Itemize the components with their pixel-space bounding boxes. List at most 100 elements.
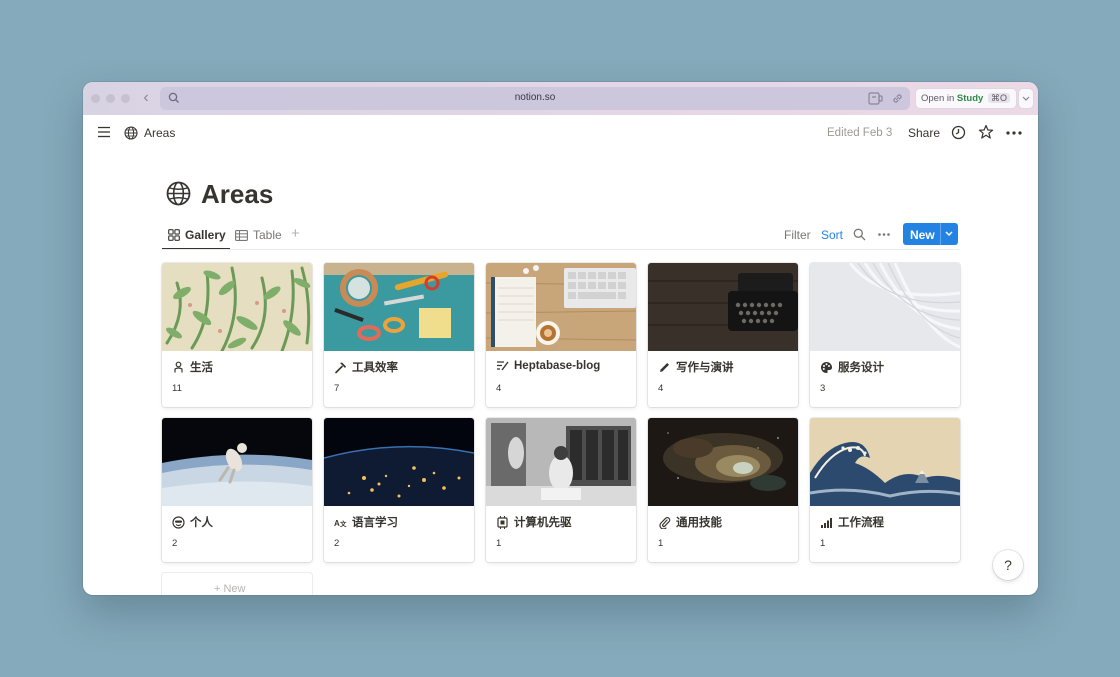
card-title[interactable]: A 文 语言学习	[334, 514, 398, 530]
card-count: 1	[496, 538, 502, 549]
card-count: 2	[172, 538, 178, 549]
gallery-icon	[168, 229, 180, 241]
card-cover-image	[810, 418, 960, 506]
help-button[interactable]: ?	[993, 550, 1023, 580]
card-cover-image	[324, 418, 474, 506]
open-in-dropdown[interactable]	[1018, 88, 1034, 109]
gallery-card[interactable]: 服务设计 3	[810, 263, 960, 407]
gallery-card[interactable]: 通用技能 1	[648, 418, 798, 562]
browser-window: ‹ notion.so Open in Study ⌘O Areas Edite…	[83, 82, 1038, 595]
new-card-label: + New	[214, 583, 246, 595]
sort-button[interactable]: Sort	[821, 228, 843, 242]
gallery-card[interactable]: 计算机先驱 1	[486, 418, 636, 562]
card-count: 3	[820, 383, 826, 394]
chevron-down-icon	[1022, 96, 1030, 101]
new-button-separator	[940, 223, 941, 245]
card-cover-image	[162, 418, 312, 506]
browser-titlebar: ‹ notion.so Open in Study ⌘O	[83, 82, 1038, 115]
gallery-card[interactable]: 个人 2	[162, 418, 312, 562]
svg-text:文: 文	[339, 519, 347, 528]
view-options-icon[interactable]	[878, 233, 890, 236]
menu-icon[interactable]	[97, 126, 111, 138]
paperclip-icon	[659, 516, 671, 529]
gallery-card[interactable]: 工具效率 7	[324, 263, 474, 407]
gallery-card[interactable]: 工作流程 1	[810, 418, 960, 562]
card-cover-image	[648, 418, 798, 506]
star-icon[interactable]	[978, 124, 994, 140]
card-cover-image	[810, 263, 960, 351]
maximize-window-button[interactable]	[121, 94, 130, 103]
close-window-button[interactable]	[91, 94, 100, 103]
card-title[interactable]: 计算机先驱	[496, 514, 572, 530]
add-view-button[interactable]: +	[291, 226, 300, 241]
palette-icon	[821, 361, 833, 373]
edited-timestamp: Edited Feb 3	[827, 127, 893, 139]
card-title[interactable]: 个人	[172, 514, 213, 530]
card-title-text: 通用技能	[676, 517, 722, 529]
new-button-label: New	[910, 228, 935, 242]
card-count: 7	[334, 383, 340, 394]
tab-gallery-label: Gallery	[185, 228, 226, 242]
card-count: 4	[496, 383, 502, 394]
search-icon[interactable]	[853, 228, 866, 241]
card-count: 1	[820, 538, 826, 549]
card-title[interactable]: 服务设计	[820, 359, 884, 375]
card-title-text: 工作流程	[838, 517, 884, 529]
signal-icon	[821, 517, 832, 528]
hammer-icon	[335, 362, 346, 373]
card-title-text: 语言学习	[352, 517, 398, 529]
extension-icon[interactable]	[868, 92, 884, 105]
share-button[interactable]: Share	[908, 126, 940, 140]
address-bar[interactable]: notion.so	[160, 87, 910, 110]
open-in-app-button[interactable]: Open in Study ⌘O	[915, 88, 1017, 109]
card-title[interactable]: 工作流程	[820, 514, 884, 530]
tab-table[interactable]: Table	[235, 222, 282, 248]
face-icon	[172, 515, 185, 529]
card-title-text: 计算机先驱	[514, 517, 572, 529]
more-options-icon[interactable]	[1006, 131, 1022, 135]
card-cover-image	[486, 263, 636, 351]
gallery-card[interactable]: Heptabase-blog 4	[486, 263, 636, 407]
chevron-down-icon[interactable]	[944, 230, 954, 238]
card-cover-image	[486, 418, 636, 506]
clock-icon[interactable]	[951, 125, 966, 140]
link-icon[interactable]	[891, 92, 904, 105]
pencil-icon	[660, 362, 669, 372]
gallery-card[interactable]: 生活 11	[162, 263, 312, 407]
breadcrumb[interactable]: Areas	[144, 126, 175, 140]
card-title[interactable]: 写作与演讲	[658, 359, 734, 375]
minimize-window-button[interactable]	[106, 94, 115, 103]
gallery-card[interactable]: 写作与演讲 4	[648, 263, 798, 407]
filter-button[interactable]: Filter	[784, 228, 811, 242]
card-cover-image	[648, 263, 798, 351]
card-count: 1	[658, 538, 664, 549]
table-icon	[235, 229, 248, 241]
tab-gallery[interactable]: Gallery	[168, 222, 226, 248]
tab-table-label: Table	[253, 228, 282, 242]
card-title[interactable]: 生活	[172, 359, 213, 375]
card-title-text: 生活	[190, 362, 213, 374]
page-title[interactable]: Areas	[201, 179, 273, 210]
card-title-text: 服务设计	[838, 362, 884, 374]
new-button[interactable]: New	[903, 223, 958, 245]
view-divider	[162, 249, 959, 250]
card-cover-image	[324, 263, 474, 351]
back-icon[interactable]: ‹	[139, 89, 153, 107]
person-icon	[174, 361, 183, 372]
card-title-text: Heptabase-blog	[514, 359, 601, 372]
card-title[interactable]: 通用技能	[658, 514, 722, 530]
gallery-card[interactable]: A 文 语言学习 2	[324, 418, 474, 562]
new-card-button[interactable]: + New	[162, 573, 312, 595]
translate-icon: A 文	[334, 519, 347, 528]
card-count: 11	[172, 383, 182, 394]
globe-icon[interactable]	[166, 181, 191, 206]
card-title-text: 个人	[190, 517, 213, 529]
card-count: 2	[334, 538, 340, 549]
card-title[interactable]: 工具效率	[334, 359, 398, 375]
card-title[interactable]: Heptabase-blog	[496, 359, 600, 372]
open-in-app-name: Study	[956, 93, 984, 104]
open-in-shortcut: ⌘O	[987, 93, 1010, 103]
card-count: 4	[658, 383, 664, 394]
notes-icon	[497, 361, 509, 371]
card-title-text: 写作与演讲	[676, 362, 734, 374]
